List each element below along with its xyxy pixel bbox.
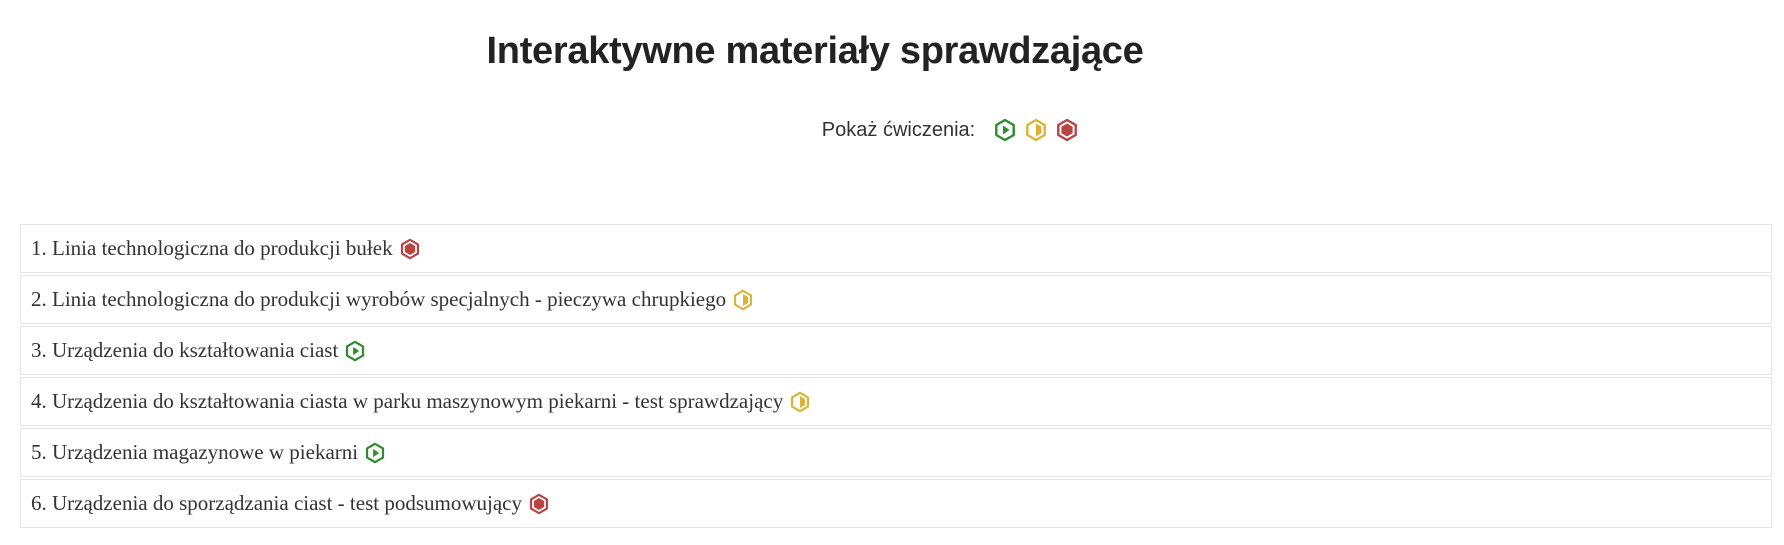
exercise-list: 1. Linia technologiczna do produkcji buł… (20, 224, 1772, 530)
filter-hard-button[interactable] (1052, 115, 1082, 145)
exercise-row[interactable]: 4. Urządzenia do kształtowania ciasta w … (20, 377, 1772, 426)
filter-label: Pokaż ćwiczenia: (821, 118, 976, 141)
hard-level-icon (527, 492, 551, 516)
exercise-title[interactable]: 2. Linia technologiczna do produkcji wyr… (31, 287, 726, 312)
hard-level-icon (398, 237, 422, 261)
exercise-row[interactable]: 5. Urządzenia magazynowe w piekarni (20, 428, 1772, 477)
exercise-title[interactable]: 4. Urządzenia do kształtowania ciasta w … (31, 389, 783, 414)
exercise-row[interactable]: 2. Linia technologiczna do produkcji wyr… (20, 275, 1772, 324)
exercise-row[interactable]: 1. Linia technologiczna do produkcji buł… (20, 224, 1772, 273)
medium-level-icon (788, 390, 812, 414)
exercise-title[interactable]: 1. Linia technologiczna do produkcji buł… (31, 236, 393, 261)
easy-level-icon (363, 441, 387, 465)
exercise-row[interactable]: 6. Urządzenia do sporządzania ciast - te… (20, 479, 1772, 528)
exercise-title[interactable]: 5. Urządzenia magazynowe w piekarni (31, 440, 358, 465)
filter-easy-button[interactable] (990, 115, 1020, 145)
exercise-title[interactable]: 6. Urządzenia do sporządzania ciast - te… (31, 491, 522, 516)
exercise-title[interactable]: 3. Urządzenia do kształtowania ciast (31, 338, 338, 363)
easy-level-icon (995, 118, 1016, 142)
page-title: Interaktywne materiały sprawdzające (486, 30, 1144, 72)
exercise-row[interactable]: 3. Urządzenia do kształtowania ciast (20, 326, 1772, 375)
exercise-filter-bar: Pokaż ćwiczenia: (0, 115, 1784, 145)
medium-level-icon (731, 288, 755, 312)
medium-level-icon (1026, 118, 1047, 142)
filter-medium-button[interactable] (1021, 115, 1051, 145)
hard-level-icon (1057, 118, 1078, 142)
easy-level-icon (343, 339, 367, 363)
